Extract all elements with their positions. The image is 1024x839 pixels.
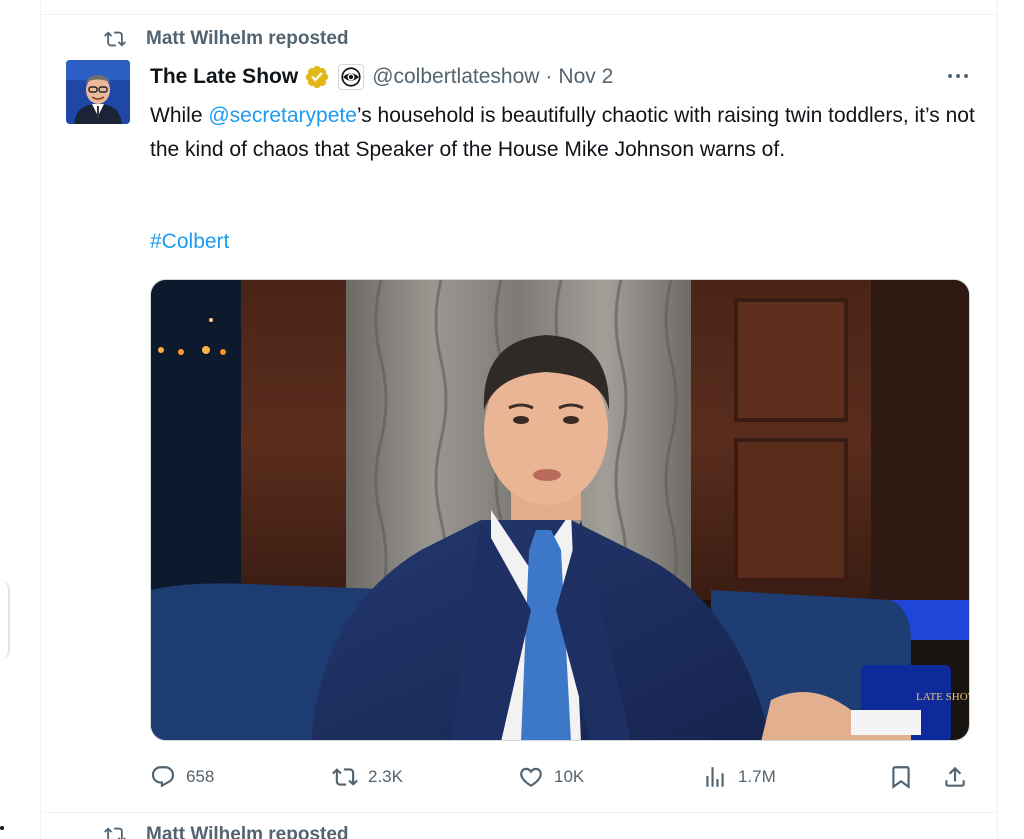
display-name[interactable]: The Late Show <box>150 65 298 89</box>
reply-count: 658 <box>186 767 215 786</box>
repost-icon <box>332 768 358 786</box>
share-icon <box>945 766 965 787</box>
video-frame: LATE SHOW <box>151 280 970 740</box>
views-count: 1.7M <box>738 767 776 786</box>
bookmark-icon <box>892 766 910 789</box>
repost-count: 2.3K <box>368 767 403 786</box>
left-edge-dot <box>0 826 4 830</box>
heart-icon <box>520 767 542 787</box>
repost-context-label: Matt Wilhelm reposted <box>146 28 349 49</box>
divider <box>40 14 998 15</box>
repost-button[interactable]: 2.3K <box>332 760 403 794</box>
like-count: 10K <box>554 767 585 786</box>
repost-icon <box>104 31 126 47</box>
like-button[interactable]: 10K <box>518 760 584 794</box>
post-header: The Late Show @colbertlateshow · Nov 2 <box>150 62 613 92</box>
reply-button[interactable]: 658 <box>150 760 214 794</box>
verified-badge-icon[interactable] <box>304 64 330 90</box>
bookmark-button[interactable] <box>888 760 914 794</box>
views-button[interactable]: 1.7M <box>702 760 776 794</box>
repost-icon <box>104 827 126 839</box>
reply-icon <box>151 766 175 788</box>
action-bar: 658 2.3K 10K 1.7M <box>150 760 972 794</box>
share-button[interactable] <box>942 760 968 794</box>
hashtag-link[interactable]: #Colbert <box>150 227 229 257</box>
next-repost-context[interactable]: Matt Wilhelm reposted <box>104 824 349 839</box>
left-edge-shape <box>0 580 10 660</box>
more-options-icon[interactable] <box>944 62 972 90</box>
separator-dot: · <box>545 65 553 88</box>
cbs-eye-icon[interactable] <box>338 64 365 90</box>
handle[interactable]: @colbertlateshow <box>372 65 539 89</box>
views-chart-icon <box>706 767 724 787</box>
mug-logo-text: LATE SHOW <box>916 691 970 703</box>
post-video[interactable]: LATE SHOW <box>150 279 970 741</box>
avatar[interactable] <box>66 60 130 124</box>
mention-link[interactable]: @secretarypete <box>208 104 357 127</box>
post-text: While @secretarypete’s household is beau… <box>150 99 980 167</box>
post-date[interactable]: Nov 2 <box>558 65 613 89</box>
divider <box>40 812 998 813</box>
next-repost-label: Matt Wilhelm reposted <box>146 824 349 839</box>
repost-context[interactable]: Matt Wilhelm reposted <box>104 28 349 50</box>
post-text-part: While <box>150 104 209 127</box>
